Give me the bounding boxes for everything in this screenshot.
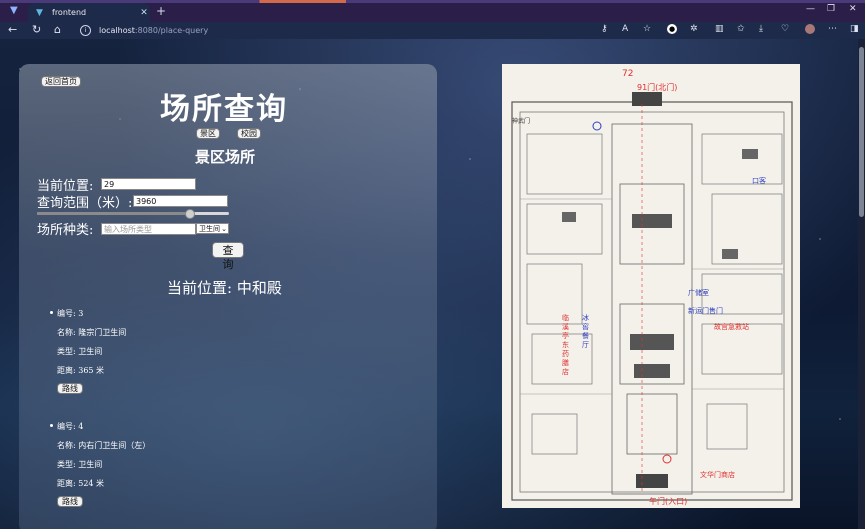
sidebar-toggle-icon[interactable]: ▼ — [10, 5, 22, 17]
puzzle-icon[interactable]: ✲ — [690, 24, 698, 34]
type-label: 场所种类: — [37, 223, 94, 238]
extension-icon[interactable]: ● — [667, 24, 677, 34]
map-label-wenhua-shop: 文华门商店 — [700, 471, 735, 479]
back-home-button[interactable]: 返回首页 — [41, 76, 81, 87]
new-tab-icon[interactable]: + — [156, 4, 166, 18]
map-label-north-gate: 91门(北门) — [637, 83, 678, 92]
map-label-72: 72 — [622, 69, 634, 79]
campus-button[interactable]: 校园 — [237, 128, 261, 139]
range-slider-fill — [37, 212, 189, 215]
query-button[interactable]: 查询 — [212, 242, 244, 271]
tab-title: frontend — [52, 8, 87, 17]
window-close-icon[interactable]: ✕ — [849, 4, 857, 14]
home-icon[interactable]: ⌂ — [54, 23, 61, 36]
range-label: 查询范围（米）: — [37, 196, 133, 211]
result-distance: 距离: 365 米 — [57, 366, 105, 375]
map-label-guangchu: 广储室 — [688, 289, 709, 297]
restore-icon[interactable]: ❐ — [827, 4, 835, 14]
scenic-area-button[interactable]: 景区 — [196, 128, 220, 139]
map-label-shenwu: 神武门 — [512, 118, 531, 125]
minimize-icon[interactable]: — — [806, 4, 815, 14]
map-label-bingjiao: 冰窖餐厅 — [582, 314, 589, 349]
result-type: 类型: 卫生间 — [57, 460, 103, 469]
page-scrollbar[interactable] — [858, 39, 865, 529]
route-button[interactable]: 路线 — [57, 383, 83, 394]
section-subtitle: 景区场所 — [195, 148, 256, 166]
url-path: :8080/place-query — [134, 26, 209, 35]
range-slider[interactable] — [37, 209, 229, 219]
result-number: 编号: 3 — [57, 309, 84, 318]
chevron-down-icon: ⌄ — [221, 225, 227, 233]
type-input[interactable]: 输入场所类型 — [101, 223, 196, 235]
result-item: 编号: 3 名称: 隆宗门卫生间 类型: 卫生间 距离: 365 米 路线 — [50, 308, 257, 398]
browser-tab-bar: ▼ ▼ frontend ✕ + — ❐ ✕ — [0, 0, 865, 22]
address-bar-row: ← ↻ ⌂ i localhost:8080/place-query ⚷ A ☆ … — [0, 22, 865, 39]
range-input[interactable]: 3960 — [133, 195, 228, 207]
map-label-wumen: 午门(入口) — [649, 497, 688, 506]
site-info-icon[interactable]: i — [80, 25, 91, 36]
close-tab-icon[interactable]: ✕ — [138, 8, 150, 18]
map-label-kouke: 口客 — [752, 177, 766, 185]
browser-essentials-icon[interactable]: ♡ — [781, 24, 789, 34]
copilot-icon[interactable]: ◨ — [850, 24, 859, 34]
range-slider-handle[interactable] — [184, 209, 195, 219]
page-viewport: 返回首页 场所查询 景区 校园 景区场所 当前位置: 29 查询范围（米）: 3… — [0, 39, 865, 529]
type-select[interactable]: 卫生间 ⌄ — [196, 223, 229, 234]
refresh-icon[interactable]: ↻ — [32, 23, 41, 36]
map-drawing — [511, 92, 793, 501]
position-input[interactable]: 29 — [101, 178, 196, 190]
palace-map-image: 72 91门(北门) 神武门 口客 广储室 新运门售门 临溪亭东药膳店 冰窖餐厅… — [502, 64, 800, 508]
bullet-icon — [50, 311, 53, 314]
profile-avatar[interactable] — [805, 24, 815, 34]
route-button[interactable]: 路线 — [57, 496, 83, 507]
map-label-firstaid: 故宫急救站 — [714, 323, 749, 331]
more-menu-icon[interactable]: ⋯ — [828, 24, 837, 34]
page-title: 场所查询 — [160, 92, 288, 127]
url-field[interactable]: i localhost:8080/place-query — [80, 24, 600, 37]
result-item: 编号: 4 名称: 内右门卫生间（左） 类型: 卫生间 距离: 524 米 路线 — [50, 421, 257, 511]
result-name: 名称: 隆宗门卫生间 — [57, 328, 127, 337]
key-icon[interactable]: ⚷ — [601, 24, 608, 34]
current-location-heading: 当前位置: 中和殿 — [167, 279, 282, 297]
map-label-linxi: 临溪亭东药膳店 — [562, 314, 569, 376]
read-aloud-icon[interactable]: A — [622, 24, 628, 34]
type-select-value: 卫生间 — [199, 225, 220, 233]
back-icon[interactable]: ← — [8, 23, 17, 36]
result-name: 名称: 内右门卫生间（左） — [57, 441, 151, 450]
download-icon[interactable]: ⤓ — [759, 24, 763, 34]
vue-favicon-icon: ▼ — [36, 7, 43, 18]
bullet-icon — [50, 424, 53, 427]
split-screen-icon[interactable]: ▥ — [715, 24, 724, 34]
url-host: localhost — [99, 26, 135, 35]
favorites-icon[interactable]: ✩ — [737, 24, 745, 34]
favorite-star-icon[interactable]: ☆ — [643, 24, 651, 34]
map-label-xinyun: 新运门售门 — [688, 307, 723, 315]
result-type: 类型: 卫生间 — [57, 347, 103, 356]
result-number: 编号: 4 — [57, 422, 84, 431]
result-distance: 距离: 524 米 — [57, 479, 105, 488]
browser-tab[interactable]: ▼ frontend ✕ — [28, 3, 150, 22]
scrollbar-thumb[interactable] — [859, 47, 864, 217]
